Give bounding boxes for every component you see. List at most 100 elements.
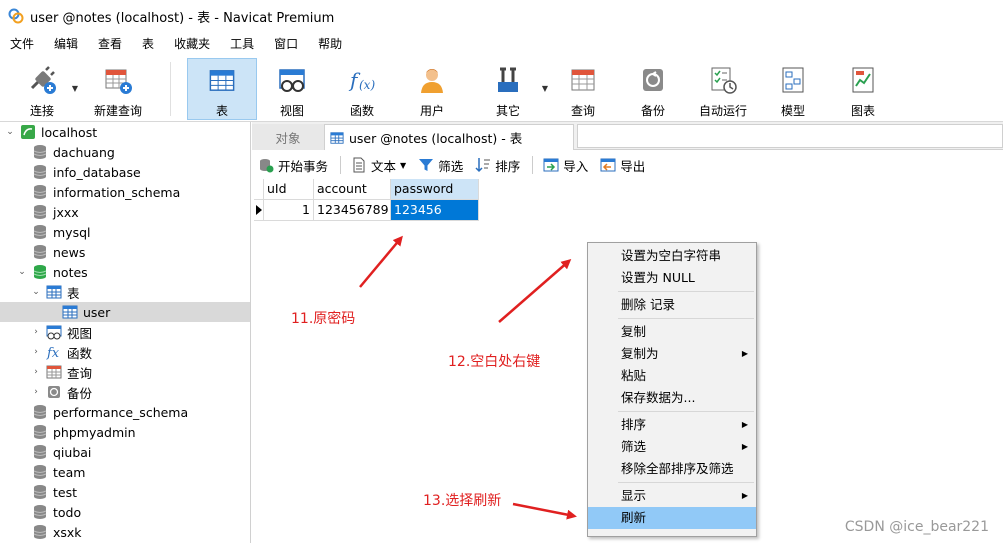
tree-node-database[interactable]: performance_schema	[32, 402, 188, 422]
chevron-down-icon[interactable]: ⌄	[16, 267, 28, 277]
other-button[interactable]: 其它 ▼	[482, 58, 548, 120]
menu-item-set-empty-string[interactable]: 设置为空白字符串	[588, 245, 756, 267]
menu-item-display[interactable]: 显示 ▶	[588, 485, 756, 507]
navigation-tree[interactable]: ⌄ localhost dachuang info_database infor…	[0, 122, 251, 543]
export-button[interactable]: 导出	[600, 156, 645, 175]
query-button[interactable]: 查询	[557, 58, 609, 120]
tree-node-localhost[interactable]: ⌄ localhost	[4, 122, 97, 142]
chevron-right-icon[interactable]: ›	[30, 327, 42, 337]
tree-node-database[interactable]: information_schema	[32, 182, 180, 202]
tree-node-database[interactable]: news	[32, 242, 85, 262]
tree-node-user-table[interactable]: user	[0, 302, 250, 322]
auto-run-button[interactable]: 自动运行	[693, 58, 753, 120]
column-header-uid[interactable]: uId	[264, 179, 314, 200]
tree-node-database[interactable]: qiubai	[32, 442, 91, 462]
table-row[interactable]: 1 12345678910 123456	[254, 200, 479, 221]
sort-button[interactable]: 排序	[475, 156, 520, 175]
tree-node-database[interactable]: mysql	[32, 222, 91, 242]
chevron-down-icon[interactable]: ▼	[72, 84, 78, 93]
tree-label: test	[53, 484, 78, 500]
menu-edit[interactable]: 编辑	[44, 32, 88, 56]
row-indicator[interactable]	[254, 200, 264, 221]
menu-item-delete-record[interactable]: 删除 记录	[588, 294, 756, 316]
chevron-down-icon[interactable]: ⌄	[30, 287, 42, 297]
svg-text:(x): (x)	[359, 78, 375, 92]
chevron-down-icon[interactable]: ⌄	[4, 127, 16, 137]
tree-node-tables[interactable]: ⌄ 表	[30, 282, 80, 302]
model-icon	[782, 67, 804, 93]
database-icon	[33, 485, 47, 499]
menu-item-paste[interactable]: 粘贴	[588, 365, 756, 387]
filter-button[interactable]: 筛选	[418, 156, 463, 175]
tree-node-database[interactable]: test	[32, 482, 77, 502]
menu-item-save-data-as[interactable]: 保存数据为...	[588, 387, 756, 409]
tree-node-backups[interactable]: › 备份	[30, 382, 92, 402]
tree-node-database[interactable]: xsxk	[32, 522, 82, 542]
menu-item-copy-as[interactable]: 复制为 ▶	[588, 343, 756, 365]
tab-objects[interactable]: 对象	[252, 124, 324, 150]
view-button[interactable]: 视图	[266, 58, 318, 120]
table-icon	[209, 70, 235, 91]
function-icon: fx	[46, 346, 60, 360]
annotation-arrow-13	[512, 502, 577, 520]
new-query-button[interactable]: 新建查询	[90, 58, 146, 120]
import-button[interactable]: 导入	[543, 156, 588, 175]
chevron-down-icon[interactable]: ▼	[400, 161, 406, 170]
menu-view[interactable]: 查看	[88, 32, 132, 56]
tab-user-table[interactable]: user @notes (localhost) - 表	[324, 124, 574, 150]
begin-transaction-button[interactable]: 开始事务	[258, 156, 328, 175]
chevron-right-icon[interactable]: ›	[30, 387, 42, 397]
table-label: 表	[215, 104, 228, 118]
menu-item-refresh[interactable]: 刷新	[588, 507, 756, 529]
menu-window[interactable]: 窗口	[264, 32, 308, 56]
cell-password[interactable]: 123456	[391, 200, 479, 221]
menu-file[interactable]: 文件	[0, 32, 44, 56]
database-open-icon	[33, 265, 47, 279]
chevron-right-icon[interactable]: ›	[30, 347, 42, 357]
tree-node-views[interactable]: › 视图	[30, 322, 92, 342]
menu-item-remove-sort-filter[interactable]: 移除全部排序及筛选	[588, 458, 756, 480]
cell-uid[interactable]: 1	[264, 200, 314, 221]
tree-label: info_database	[53, 164, 141, 180]
data-grid[interactable]: uId account password 1 12345678910 12345…	[254, 179, 479, 221]
tree-node-notes[interactable]: ⌄ notes	[16, 262, 87, 282]
menu-item-sort[interactable]: 排序 ▶	[588, 414, 756, 436]
import-icon	[543, 158, 559, 172]
tree-node-database[interactable]: todo	[32, 502, 81, 522]
chevron-right-icon[interactable]: ›	[30, 367, 42, 377]
menu-item-set-null[interactable]: 设置为 NULL	[588, 267, 756, 289]
menu-item-filter[interactable]: 筛选 ▶	[588, 436, 756, 458]
tree-node-database[interactable]: phpmyadmin	[32, 422, 136, 442]
tree-node-queries[interactable]: › 查询	[30, 362, 92, 382]
column-header-password[interactable]: password	[391, 179, 479, 200]
tree-node-database[interactable]: info_database	[32, 162, 141, 182]
menu-help[interactable]: 帮助	[308, 32, 352, 56]
menu-table[interactable]: 表	[132, 32, 164, 56]
menu-tools[interactable]: 工具	[220, 32, 264, 56]
database-icon	[33, 445, 47, 459]
backup-button[interactable]: 备份	[627, 58, 679, 120]
menu-favorites[interactable]: 收藏夹	[164, 32, 220, 56]
tree-node-database[interactable]: dachuang	[32, 142, 115, 162]
menu-separator	[618, 318, 754, 319]
connect-button[interactable]: 连接 ▼	[20, 58, 78, 120]
export-icon	[600, 158, 616, 172]
tree-node-database[interactable]: jxxx	[32, 202, 79, 222]
column-header-account[interactable]: account	[314, 179, 391, 200]
menu-item-copy[interactable]: 复制	[588, 321, 756, 343]
query-icon	[46, 365, 62, 379]
user-button[interactable]: 用户	[406, 58, 458, 120]
function-button[interactable]: f (x) 函数	[336, 58, 388, 120]
tree-label: qiubai	[53, 444, 92, 460]
annotation-right-click-blank: 12.空白处右键	[448, 354, 541, 370]
tree-node-functions[interactable]: › fx 函数	[30, 342, 92, 362]
tree-node-database[interactable]: team	[32, 462, 85, 482]
chevron-down-icon[interactable]: ▼	[542, 84, 548, 93]
chart-button[interactable]: 图表	[837, 58, 889, 120]
table-button[interactable]: 表	[187, 58, 257, 120]
cell-account[interactable]: 12345678910	[314, 200, 391, 221]
text-button[interactable]: 文本 ▼	[351, 156, 406, 175]
chevron-right-icon: ▶	[741, 442, 748, 451]
model-button[interactable]: 模型	[767, 58, 819, 120]
database-icon	[33, 245, 47, 259]
